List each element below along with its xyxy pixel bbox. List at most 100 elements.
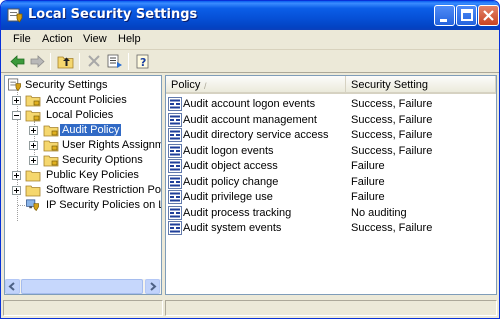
tree-item-user-rights-assignment[interactable]: User Rights Assignmen: [6, 138, 161, 153]
policy-icon: [168, 112, 182, 127]
table-row[interactable]: Audit privilege use Failure: [166, 190, 496, 205]
expand-toggle[interactable]: [12, 171, 21, 180]
table-row[interactable]: Audit account management Success, Failure: [166, 112, 496, 128]
tree-item-software-restriction-policies[interactable]: Software Restriction Policie: [6, 183, 162, 198]
toolbar-separator: [128, 53, 129, 70]
folder-icon: [25, 185, 41, 197]
tree-item-account-policies[interactable]: Account Policies: [6, 93, 161, 108]
title-bar[interactable]: Local Security Settings: [1, 1, 499, 30]
table-row[interactable]: Audit account logon events Success, Failu…: [166, 97, 496, 112]
policy-list: Policy / Security Setting Audit account …: [165, 75, 497, 295]
local-security-settings-window: Local Security Settings File Action View…: [0, 0, 500, 319]
status-bar: [1, 298, 499, 318]
policy-icon: [168, 159, 182, 173]
policy-name: Audit policy change: [183, 175, 279, 188]
policy-icon: [168, 97, 182, 111]
policy-name: Audit object access: [183, 160, 278, 172]
policy-icon: [168, 221, 182, 235]
export-list-icon[interactable]: [106, 53, 124, 70]
table-row[interactable]: Audit policy change Failure: [166, 174, 496, 190]
delete-icon[interactable]: [85, 53, 103, 70]
close-icon: [483, 10, 494, 21]
column-header-policy[interactable]: Policy /: [166, 76, 346, 94]
ip-security-icon: [26, 199, 39, 211]
expand-toggle[interactable]: [29, 126, 38, 135]
sort-icon: /: [204, 81, 207, 91]
policy-name: Audit logon events: [183, 144, 274, 157]
close-button[interactable]: [478, 5, 499, 26]
policy-name: Audit process tracking: [183, 206, 292, 219]
tree-item-local-policies[interactable]: Local Policies: [6, 108, 161, 123]
security-setting-value: Success, Failure: [351, 113, 433, 126]
tree-item-label: Audit Policy: [60, 124, 122, 136]
minimize-button[interactable]: [434, 5, 455, 26]
security-setting-value: Success, Failure: [351, 129, 433, 141]
tree-item-security-settings[interactable]: Security Settings: [6, 78, 161, 93]
tree-item-label: IP Security Policies on Loca: [46, 199, 161, 211]
arrow-right-icon: [150, 282, 157, 291]
toolbar-separator: [79, 53, 80, 70]
menu-file[interactable]: File: [13, 33, 31, 45]
security-setting-value: Failure: [351, 160, 385, 172]
security-setting-value: Success, Failure: [351, 144, 433, 157]
scroll-right-button[interactable]: [145, 279, 160, 294]
tree-item-ip-security-policies[interactable]: IP Security Policies on Loca: [6, 198, 161, 213]
tree-item-public-key-policies[interactable]: Public Key Policies: [6, 168, 161, 183]
status-segment: [165, 300, 497, 316]
tree-item-audit-policy[interactable]: Audit Policy: [6, 123, 161, 138]
console-tree: Security Settings Account Policies Local…: [4, 75, 162, 295]
scroll-thumb[interactable]: [21, 279, 143, 294]
security-setting-value: Success, Failure: [351, 98, 433, 110]
svg-text:?: ?: [140, 56, 146, 69]
folder-lock-icon: [43, 155, 59, 167]
folder-lock-icon: [43, 140, 59, 152]
menu-help[interactable]: Help: [118, 33, 141, 45]
tree-item-label: User Rights Assignmen: [62, 139, 161, 151]
policy-icon: [168, 143, 182, 158]
folder-lock-icon: [25, 95, 41, 107]
maximize-button[interactable]: [456, 5, 477, 26]
folder-icon: [25, 170, 41, 182]
minimize-icon: [440, 19, 447, 22]
tree-item-label: Local Policies: [46, 109, 114, 121]
window-title: Local Security Settings: [28, 7, 198, 22]
table-row[interactable]: Audit system events Success, Failure: [166, 221, 496, 236]
table-row[interactable]: Audit logon events Success, Failure: [166, 143, 496, 159]
arrow-left-icon: [8, 282, 15, 291]
tree-item-security-options[interactable]: Security Options: [6, 153, 161, 168]
policy-icon: [168, 205, 182, 220]
back-icon[interactable]: [9, 53, 27, 70]
security-setting-value: Success, Failure: [351, 222, 433, 234]
tree-line: [18, 205, 25, 206]
table-row[interactable]: Audit object access Failure: [166, 159, 496, 174]
menu-view[interactable]: View: [83, 33, 107, 45]
policy-name: Audit system events: [183, 222, 282, 234]
menu-action[interactable]: Action: [42, 33, 73, 45]
scroll-left-button[interactable]: [5, 279, 20, 294]
table-row[interactable]: Audit process tracking No auditing: [166, 205, 496, 221]
expand-toggle[interactable]: [12, 96, 21, 105]
tree-item-label: Software Restriction Policie: [46, 184, 162, 196]
column-header-label: Security Setting: [351, 79, 429, 91]
policy-icon: [168, 128, 182, 142]
column-header-label: Policy: [171, 79, 201, 91]
policy-name: Audit account management: [183, 113, 317, 126]
expand-toggle[interactable]: [29, 141, 38, 150]
expand-toggle[interactable]: [12, 186, 21, 195]
security-settings-icon: [8, 78, 21, 91]
tree-item-label: Public Key Policies: [46, 169, 139, 181]
toolbar: ?: [1, 50, 499, 73]
up-folder-icon[interactable]: [57, 53, 75, 70]
forward-icon[interactable]: [28, 53, 46, 70]
table-row[interactable]: Audit directory service access Success, F…: [166, 128, 496, 143]
tree-item-label: Security Options: [62, 154, 143, 166]
expand-toggle[interactable]: [29, 156, 38, 165]
maximize-icon: [461, 9, 473, 21]
tree-horizontal-scrollbar[interactable]: [5, 279, 161, 294]
folder-lock-icon: [25, 110, 41, 122]
help-icon[interactable]: ?: [134, 53, 152, 70]
collapse-toggle[interactable]: [12, 111, 21, 120]
policy-icon: [168, 190, 182, 204]
policy-icon: [168, 174, 182, 189]
column-header-security-setting[interactable]: Security Setting: [346, 76, 496, 94]
